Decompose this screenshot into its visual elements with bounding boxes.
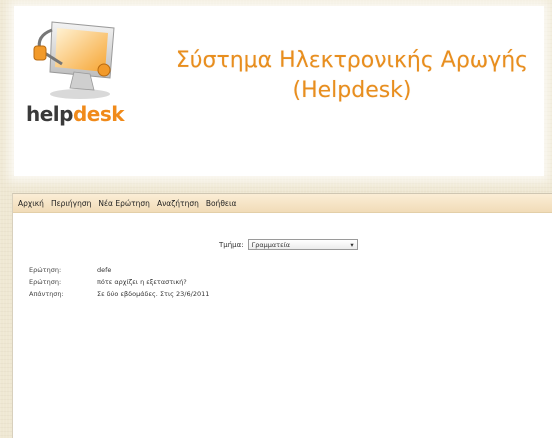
- nav-item-search[interactable]: Αναζήτηση: [157, 199, 199, 208]
- page-title: Σύστημα Ηλεκτρονικής Αρωγής (Helpdesk): [162, 46, 542, 106]
- department-select[interactable]: Γραμματεία ▾: [247, 239, 358, 250]
- app-window: Αρχική Περιήγηση Νέα Ερώτηση Αναζήτηση Β…: [12, 193, 552, 438]
- helpdesk-logo-text: helpdesk: [26, 102, 125, 126]
- question-text: πότε αρχίζει η εξεταστική?: [97, 278, 187, 286]
- nav-item-new-question[interactable]: Νέα Ερώτηση: [98, 199, 150, 208]
- answer-label: Απάντηση:: [29, 290, 64, 298]
- logo-word-desk: desk: [72, 102, 125, 126]
- question-label: Ερώτηση:: [29, 266, 62, 274]
- question-answer-list: Ερώτηση: defe Ερώτηση: πότε αρχίζει η εξ…: [29, 266, 209, 298]
- page-title-line1: Σύστημα Ηλεκτρονικής Αρωγής: [175, 48, 529, 73]
- question-label: Ερώτηση:: [29, 278, 62, 286]
- dropdown-arrow-icon: ▾: [350, 240, 354, 249]
- department-label: Τμήμα:: [219, 240, 244, 249]
- nav-item-help[interactable]: Βοήθεια: [206, 199, 237, 208]
- nav-item-home[interactable]: Αρχική: [18, 199, 44, 208]
- logo-word-help: help: [26, 102, 73, 126]
- question-text: defe: [97, 266, 112, 274]
- answer-text: Σε δύο εβδομάδες. Στις 23/6/2011: [97, 290, 210, 298]
- page-title-line2: (Helpdesk): [292, 78, 412, 103]
- header-banner: helpdesk Σύστημα Ηλεκτρονικής Αρωγής (He…: [14, 6, 544, 176]
- top-navigation-bar: Αρχική Περιήγηση Νέα Ερώτηση Αναζήτηση Β…: [13, 194, 552, 213]
- department-selected-value: Γραμματεία: [251, 240, 291, 249]
- department-filter: Τμήμα: Γραμματεία ▾: [219, 239, 358, 250]
- nav-item-browse[interactable]: Περιήγηση: [51, 199, 91, 208]
